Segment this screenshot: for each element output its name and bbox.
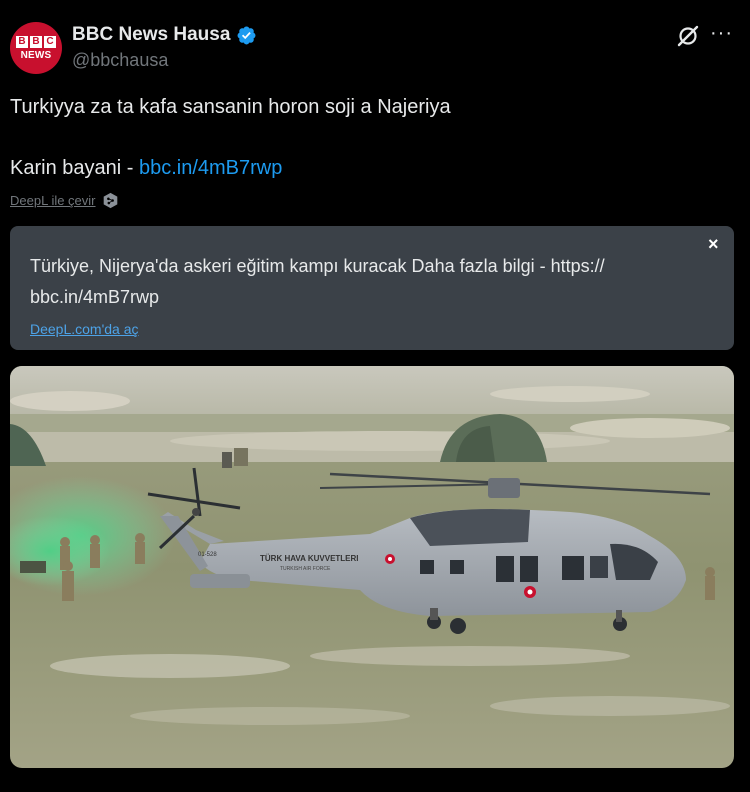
tweet-text-prefix: Karin bayani - <box>10 157 139 179</box>
helicopter-marking: TÜRK HAVA KUVVETLERI <box>260 554 359 563</box>
tweet-link[interactable]: bbc.in/4mB7rwp <box>139 157 282 179</box>
avatar[interactable]: B B C NEWS <box>10 22 62 74</box>
bbc-logo-b1: B <box>16 35 28 48</box>
open-in-deepl-link[interactable]: DeepL.com'da aç <box>30 321 139 337</box>
deepl-icon <box>103 192 117 209</box>
author-handle[interactable]: @bbchausa <box>72 50 168 71</box>
bbc-logo-b2: B <box>30 35 42 48</box>
more-icon[interactable]: ··· <box>710 22 733 45</box>
translation-text: Türkiye, Nijerya'da askeri eğitim kampı … <box>30 256 605 307</box>
tweet-text-line1: Turkiyya za ta kafa sansanin horon soji … <box>10 96 451 118</box>
tweet-text-line2: Karin bayani - bbc.in/4mB7rwp <box>10 157 282 180</box>
bbc-logo: B B C <box>16 35 56 48</box>
translation-panel: Türkiye, Nijerya'da askeri eğitim kampı … <box>10 226 734 350</box>
translate-with-deepl-link[interactable]: DeepL ile çevir <box>10 192 119 209</box>
helicopter-photo: TÜRK HAVA KUVVETLERI TURKISH AIR FORCE 0… <box>10 366 734 768</box>
avatar-subtext: NEWS <box>20 49 52 61</box>
author-name[interactable]: BBC News Hausa <box>72 24 230 46</box>
tweet-photo[interactable]: TÜRK HAVA KUVVETLERI TURKISH AIR FORCE 0… <box>10 366 734 768</box>
verified-badge-icon <box>237 26 256 44</box>
tail-number: 01-528 <box>198 552 217 558</box>
grok-icon[interactable] <box>676 24 700 48</box>
author-name-row[interactable]: BBC News Hausa <box>72 24 257 46</box>
close-icon[interactable]: × <box>708 234 719 255</box>
helicopter-submarking: TURKISH AIR FORCE <box>280 566 331 572</box>
bbc-logo-c: C <box>44 35 56 48</box>
translate-label[interactable]: DeepL ile çevir <box>10 193 96 208</box>
